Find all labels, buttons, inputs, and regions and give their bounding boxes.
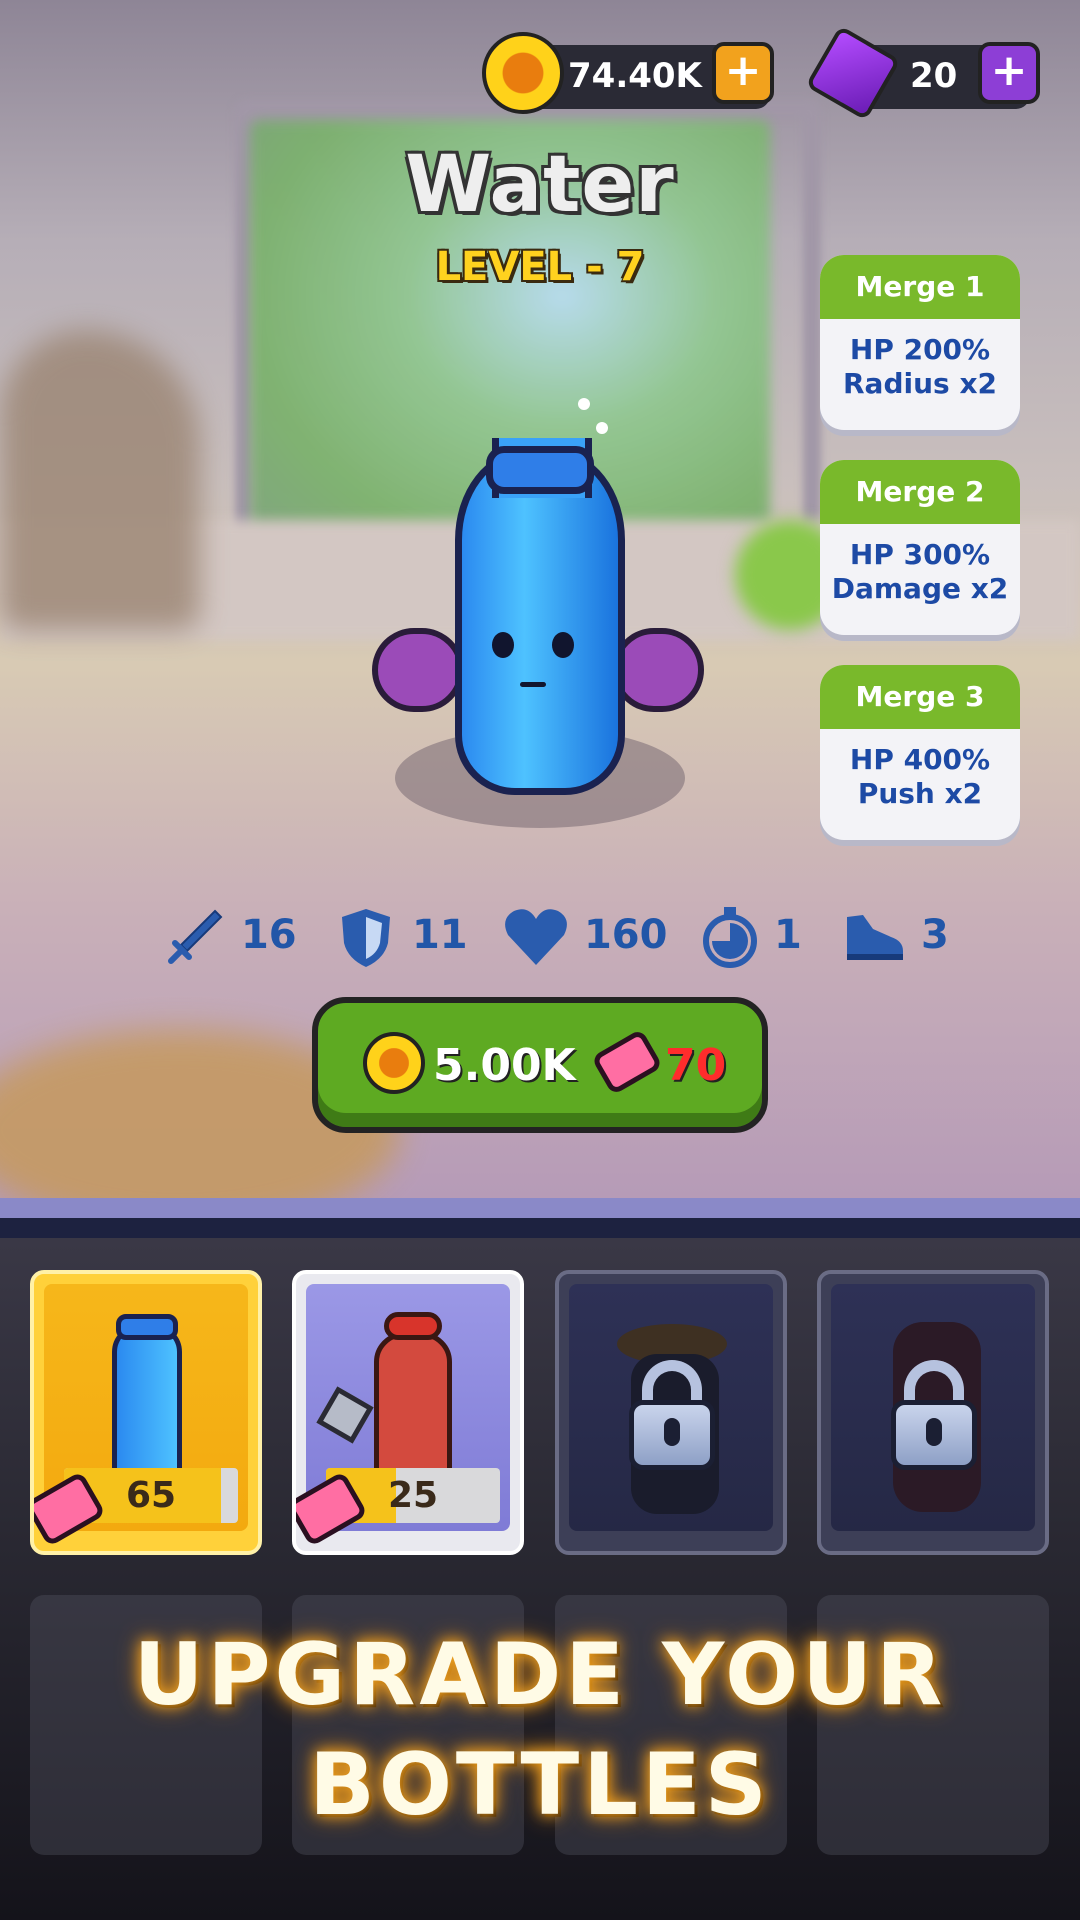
- coin-icon: [363, 1032, 425, 1094]
- merge-title: Merge 3: [820, 665, 1020, 729]
- merge-panel-1: Merge 1 HP 200% Radius x2: [820, 255, 1020, 430]
- stat-attack: 16: [163, 900, 297, 970]
- promo-headline-line2: BOTTLES: [309, 1735, 771, 1835]
- merge-title: Merge 1: [820, 255, 1020, 319]
- upgrade-ticket-cost: 70: [665, 1040, 727, 1091]
- merge-bonus-line: Damage x2: [831, 572, 1009, 605]
- timer-value: 1: [773, 912, 802, 958]
- bottle-cap: [116, 1314, 178, 1340]
- move-value: 3: [920, 912, 949, 958]
- bottle-card-water[interactable]: 65: [30, 1270, 262, 1555]
- water-bottle-body: [455, 450, 625, 795]
- bottle-name: Water: [405, 140, 675, 230]
- right-glove-icon: [612, 628, 704, 712]
- add-coins-button[interactable]: +: [712, 42, 774, 104]
- shield-icon: [342, 909, 390, 967]
- stat-health: 160: [502, 900, 667, 970]
- stat-timer: 1: [700, 900, 802, 970]
- attack-value: 16: [240, 912, 297, 958]
- bottle-cap: [384, 1312, 442, 1340]
- bottle-card-cola[interactable]: 25: [292, 1270, 524, 1555]
- sparkle: [596, 422, 608, 434]
- stat-defense: 11: [334, 900, 468, 970]
- promo-headline-line1: UPGRADE YOUR: [133, 1625, 947, 1725]
- add-gems-button[interactable]: +: [978, 42, 1040, 104]
- upgrade-coin-cost: 5.00K: [433, 1040, 576, 1091]
- merge-bonus-line: Push x2: [857, 777, 983, 810]
- shoe-icon: [847, 915, 903, 960]
- right-eye: [552, 632, 574, 658]
- blurred-cat: [0, 330, 200, 630]
- merge-bonus-line: HP 300%: [849, 538, 991, 571]
- keyhole: [926, 1418, 942, 1446]
- sword-icon: [168, 909, 223, 964]
- keyhole: [664, 1418, 680, 1446]
- coin-amount: 74.40K: [568, 56, 702, 96]
- mouth: [520, 682, 546, 687]
- merge-title: Merge 2: [820, 460, 1020, 524]
- sparkle: [578, 398, 590, 410]
- health-value: 160: [583, 912, 668, 958]
- left-eye: [492, 632, 514, 658]
- merge-bonus-line: HP 200%: [849, 333, 991, 366]
- heart-icon: [505, 909, 567, 965]
- defense-value: 11: [411, 912, 468, 958]
- coin-icon: [482, 32, 564, 114]
- merge-panel-3: Merge 3 HP 400% Push x2: [820, 665, 1020, 840]
- gem-amount: 20: [910, 56, 958, 96]
- left-glove-icon: [372, 628, 464, 712]
- stopwatch-icon: [703, 907, 757, 968]
- panel-divider: [0, 1198, 1080, 1238]
- merge-bonus-line: Radius x2: [843, 367, 997, 400]
- merge-bonus-line: HP 400%: [849, 743, 991, 776]
- stat-move: 3: [843, 900, 949, 970]
- merge-panel-2: Merge 2 HP 300% Damage x2: [820, 460, 1020, 635]
- bottle-cap: [486, 446, 594, 494]
